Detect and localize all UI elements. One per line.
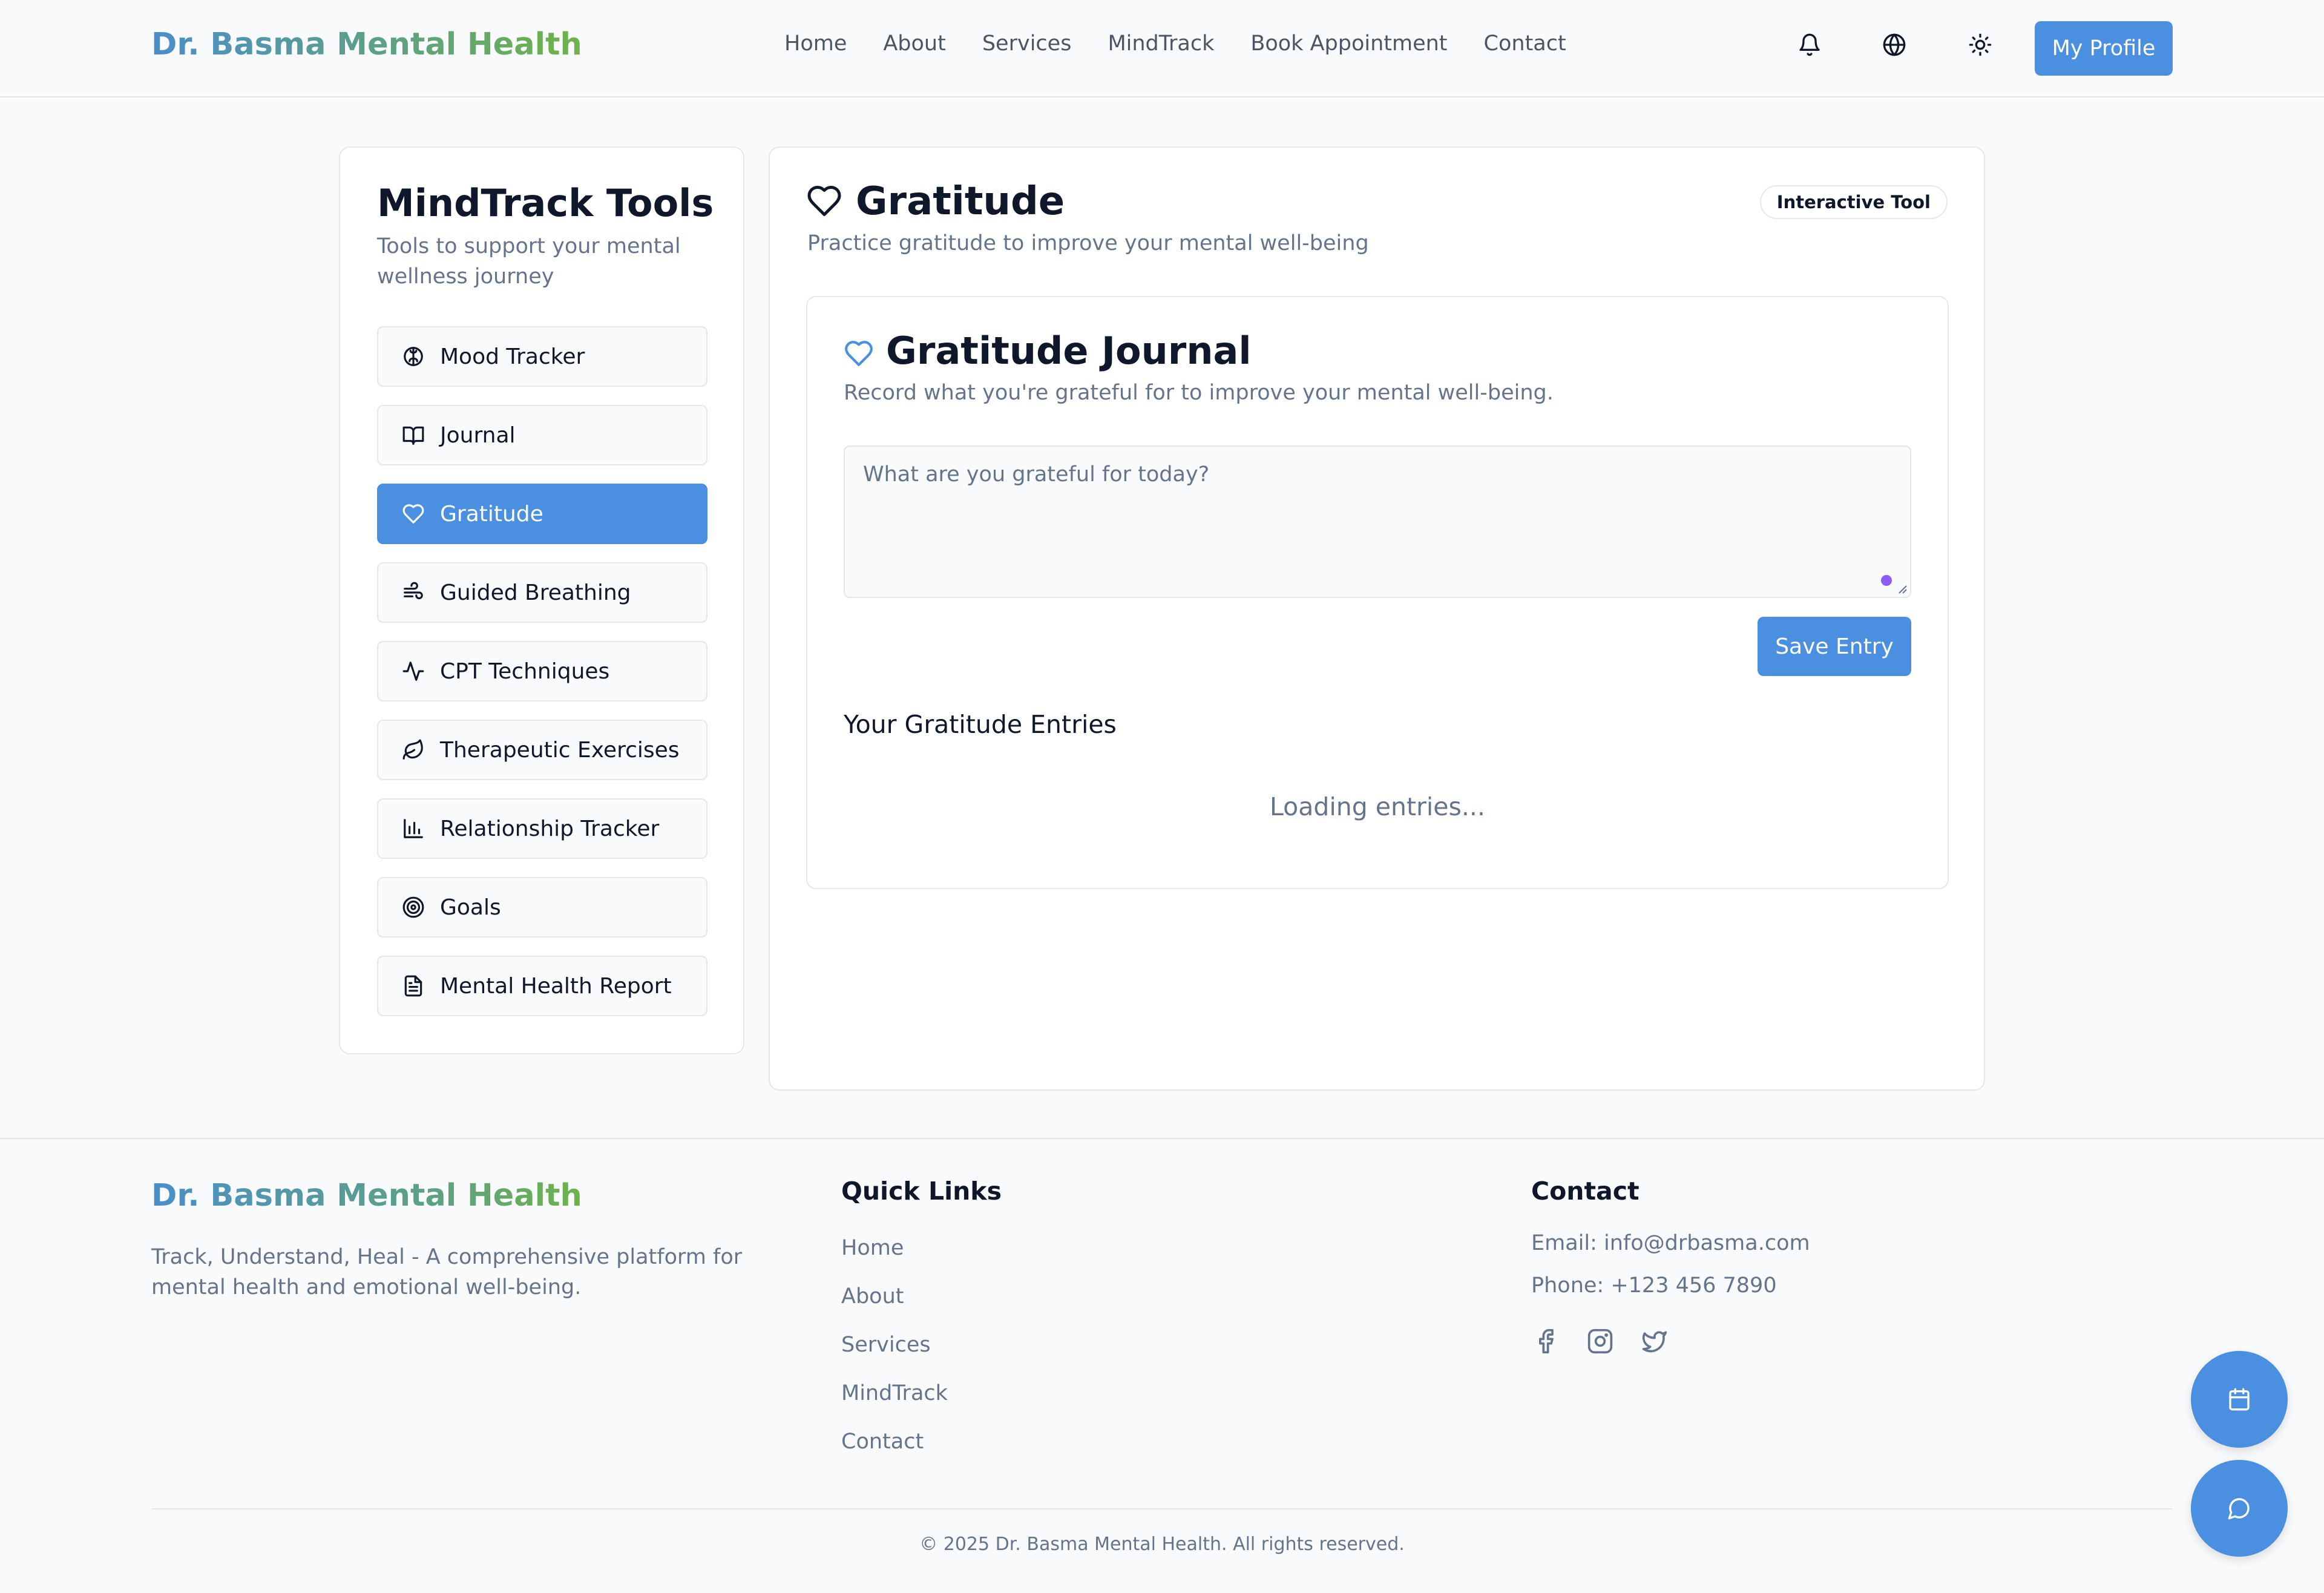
mindtrack-tools-sidebar: MindTrack Tools Tools to support your me…: [339, 146, 744, 1054]
nav-mindtrack[interactable]: MindTrack: [1108, 31, 1214, 56]
instagram-icon[interactable]: [1584, 1325, 1616, 1357]
heart-icon: [401, 502, 425, 526]
tool-label: Therapeutic Exercises: [440, 737, 680, 763]
footer-link-services[interactable]: Services: [841, 1333, 931, 1357]
tool-label: Relationship Tracker: [440, 816, 660, 841]
heart-icon: [844, 340, 874, 367]
journal-subtitle: Record what you're grateful for to impro…: [844, 381, 1554, 405]
twitter-icon[interactable]: [1639, 1325, 1670, 1357]
copyright-text: © 2025 Dr. Basma Mental Health. All righ…: [919, 1534, 1405, 1555]
tool-relationship-tracker[interactable]: Relationship Tracker: [377, 798, 707, 859]
journal-title: Gratitude Journal: [886, 329, 1252, 373]
tool-goals[interactable]: Goals: [377, 877, 707, 938]
tool-label: Gratitude: [440, 501, 543, 527]
contact-email[interactable]: Email: info@drbasma.com: [1531, 1231, 1810, 1255]
chat-fab[interactable]: [2191, 1460, 2288, 1557]
footer-link-home[interactable]: Home: [841, 1236, 904, 1260]
sun-icon[interactable]: [1967, 31, 1994, 58]
tool-cpt-techniques[interactable]: CPT Techniques: [377, 641, 707, 701]
tool-journal[interactable]: Journal: [377, 405, 707, 465]
bar-chart-icon: [401, 816, 425, 841]
entries-heading: Your Gratitude Entries: [844, 710, 1117, 739]
interactive-tool-badge: Interactive Tool: [1759, 185, 1948, 219]
nav-contact[interactable]: Contact: [1484, 31, 1566, 56]
facebook-icon[interactable]: [1530, 1325, 1561, 1357]
wind-icon: [401, 580, 425, 605]
gratitude-panel: Gratitude Practice gratitude to improve …: [769, 146, 1985, 1091]
loading-entries-text: Loading entries...: [1269, 792, 1485, 821]
tool-label: Journal: [440, 422, 516, 448]
resize-grip-icon[interactable]: [1896, 582, 1908, 594]
gratitude-journal-card: Gratitude Journal Record what you're gra…: [806, 296, 1949, 889]
message-circle-icon: [2227, 1496, 2251, 1520]
page-title: Gratitude: [856, 179, 1065, 224]
sidebar-title: MindTrack Tools: [377, 181, 714, 225]
my-profile-button[interactable]: My Profile: [2035, 21, 2173, 76]
nav-book-appointment[interactable]: Book Appointment: [1250, 31, 1447, 56]
contact-phone[interactable]: Phone: +123 456 7890: [1531, 1273, 1777, 1298]
leaf-icon: [401, 738, 425, 762]
site-header: Dr. Basma Mental Health Home About Servi…: [0, 0, 2324, 97]
book-icon: [401, 423, 425, 447]
brain-icon: [401, 344, 425, 369]
file-text-icon: [401, 974, 425, 998]
tool-guided-breathing[interactable]: Guided Breathing: [377, 562, 707, 623]
sidebar-subtitle: Tools to support your mental wellness jo…: [377, 234, 681, 289]
site-footer: Dr. Basma Mental Health Track, Understan…: [0, 1138, 2324, 1593]
brand-logo[interactable]: Dr. Basma Mental Health: [151, 27, 582, 62]
tool-mood-tracker[interactable]: Mood Tracker: [377, 326, 707, 387]
footer-link-about[interactable]: About: [841, 1284, 904, 1309]
nav-about[interactable]: About: [883, 31, 945, 56]
tool-label: Goals: [440, 895, 501, 920]
footer-link-mindtrack[interactable]: MindTrack: [841, 1381, 948, 1405]
tool-label: CPT Techniques: [440, 659, 610, 684]
entry-placeholder: What are you grateful for today?: [863, 462, 1210, 487]
quick-links-title: Quick Links: [841, 1177, 1002, 1206]
tool-gratitude[interactable]: Gratitude: [377, 484, 707, 544]
nav-services[interactable]: Services: [982, 31, 1072, 56]
grammar-extension-dot: [1881, 575, 1892, 586]
globe-icon[interactable]: [1881, 31, 1908, 58]
footer-divider: [151, 1508, 2173, 1509]
page-subtitle: Practice gratitude to improve your menta…: [807, 231, 1369, 255]
bell-icon[interactable]: [1796, 31, 1823, 58]
heart-icon: [806, 184, 842, 218]
tool-mental-health-report[interactable]: Mental Health Report: [377, 956, 707, 1016]
tool-label: Guided Breathing: [440, 580, 631, 605]
tool-therapeutic-exercises[interactable]: Therapeutic Exercises: [377, 720, 707, 780]
target-icon: [401, 895, 425, 919]
save-entry-button[interactable]: Save Entry: [1758, 617, 1911, 676]
gratitude-entry-input[interactable]: What are you grateful for today?: [844, 445, 1911, 598]
main-nav: Home About Services MindTrack Book Appoi…: [784, 31, 1603, 56]
book-appointment-fab[interactable]: [2191, 1351, 2288, 1448]
nav-home[interactable]: Home: [784, 31, 847, 56]
footer-link-contact[interactable]: Contact: [841, 1430, 924, 1454]
footer-brand: Dr. Basma Mental Health: [151, 1178, 582, 1214]
calendar-icon: [2227, 1387, 2251, 1411]
footer-description: Track, Understand, Heal - A comprehensiv…: [151, 1245, 743, 1299]
tool-label: Mental Health Report: [440, 973, 672, 999]
activity-icon: [401, 659, 425, 683]
tool-label: Mood Tracker: [440, 344, 585, 369]
contact-title: Contact: [1531, 1177, 1640, 1206]
